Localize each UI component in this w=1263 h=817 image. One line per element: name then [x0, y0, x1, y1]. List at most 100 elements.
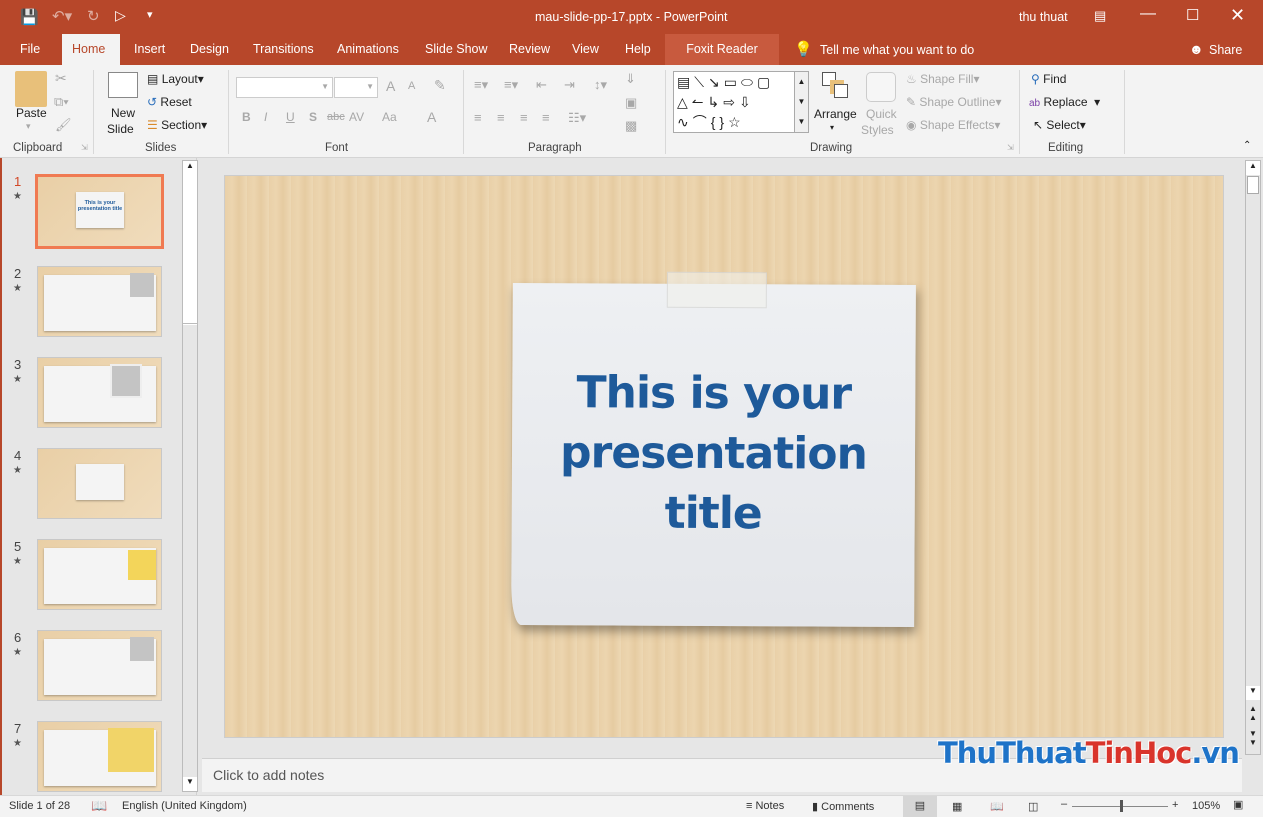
notes-toggle[interactable]: ≡ Notes	[746, 800, 784, 812]
cut-icon[interactable]: ✂	[55, 70, 67, 87]
undo-icon[interactable]: ↶▾	[52, 7, 72, 25]
smartart-icon[interactable]: ▩	[625, 118, 637, 134]
shapes-gallery[interactable]: ▤⟍↘▭⬭▢ △↼↳⇨⇩ ∿⌒{}☆	[673, 71, 809, 133]
paste-button[interactable]: Paste	[16, 106, 47, 120]
justify-icon[interactable]: ≡	[542, 110, 550, 125]
customize-qat-icon[interactable]: ▾	[147, 8, 153, 21]
tab-design[interactable]: Design	[180, 34, 239, 65]
zoom-in-icon[interactable]: +	[1172, 799, 1178, 811]
italic-button[interactable]: I	[264, 110, 267, 124]
columns-icon[interactable]: ☷▾	[568, 110, 586, 126]
section-button[interactable]: ☰ Section▾	[147, 118, 207, 132]
start-from-beginning-icon[interactable]: ▷	[115, 7, 126, 24]
clear-formatting-icon[interactable]: ✎	[434, 77, 446, 94]
drawing-launcher-icon[interactable]: ⇲	[1007, 143, 1014, 152]
tab-view[interactable]: View	[562, 34, 609, 65]
zoom-slider-thumb[interactable]	[1119, 800, 1123, 812]
shape-outline-button[interactable]: ✎ Shape Outline▾	[906, 95, 1002, 109]
underline-button[interactable]: U	[286, 110, 295, 124]
bullets-icon[interactable]: ≡▾	[474, 77, 488, 93]
shape-effects-button[interactable]: ◉ Shape Effects▾	[906, 118, 1000, 132]
new-slide-icon[interactable]	[108, 72, 138, 98]
minimize-icon[interactable]: —	[1140, 5, 1156, 23]
paste-icon[interactable]	[15, 71, 47, 107]
clipboard-launcher-icon[interactable]: ⇲	[81, 143, 88, 152]
arrow-shape-icon[interactable]: ↘	[708, 74, 724, 90]
layout-button[interactable]: ▤ Layout▾	[147, 72, 204, 86]
tab-slide-show[interactable]: Slide Show	[415, 34, 498, 65]
thumbnail-scrollbar[interactable]: ▲ ▼	[182, 160, 198, 792]
align-left-icon[interactable]: ≡	[474, 110, 482, 125]
character-spacing-button[interactable]: AV	[349, 110, 364, 124]
tab-home[interactable]: Home	[62, 34, 120, 65]
scroll-thumb[interactable]	[1247, 176, 1259, 194]
reset-button[interactable]: ↺ Reset	[147, 95, 192, 109]
star-shape-icon[interactable]: ☆	[728, 114, 745, 130]
tab-animations[interactable]: Animations	[327, 34, 409, 65]
scroll-down-icon[interactable]: ▼	[1246, 686, 1260, 700]
scroll-thumb[interactable]	[183, 176, 197, 324]
fit-to-window-icon[interactable]: ▣	[1233, 798, 1243, 811]
rounded-rect-shape-icon[interactable]: ▢	[757, 74, 774, 90]
find-button[interactable]: ⚲ Find	[1031, 72, 1066, 86]
tab-review[interactable]: Review	[499, 34, 560, 65]
font-name-combobox[interactable]: ▼	[236, 77, 333, 98]
tab-foxit-reader-pdf[interactable]: Foxit Reader PDF	[665, 34, 779, 87]
bold-button[interactable]: B	[242, 110, 251, 124]
save-icon[interactable]: 💾	[20, 8, 39, 26]
comments-toggle[interactable]: ▮ Comments	[812, 800, 874, 813]
freeform-shape-icon[interactable]: ∿	[677, 114, 693, 130]
decrease-indent-icon[interactable]: ⇤	[536, 77, 547, 93]
select-button[interactable]: ↖ Select▾	[1033, 118, 1086, 132]
scroll-up-icon[interactable]: ▲	[183, 161, 197, 175]
scroll-down-icon[interactable]: ▼	[183, 777, 197, 791]
tab-insert[interactable]: Insert	[124, 34, 175, 65]
grow-font-button[interactable]: A	[386, 78, 395, 94]
language-indicator[interactable]: English (United Kingdom)	[122, 800, 247, 812]
normal-view-icon[interactable]: ▤	[903, 796, 937, 817]
tab-help[interactable]: Help	[615, 34, 661, 65]
ribbon-display-options-icon[interactable]: ▤	[1094, 8, 1106, 24]
align-text-icon[interactable]: ▣	[625, 95, 637, 111]
slide-canvas[interactable]: This is your presentation title	[224, 175, 1224, 738]
align-center-icon[interactable]: ≡	[497, 110, 505, 125]
triangle-shape-icon[interactable]: △	[677, 94, 692, 110]
slide-sorter-icon[interactable]: ▦	[952, 800, 962, 813]
paste-dropdown-icon[interactable]: ▾	[26, 121, 31, 132]
oval-shape-icon[interactable]: ⬭	[741, 74, 757, 90]
spell-check-icon[interactable]: 📖	[91, 798, 107, 814]
shapes-gallery-scroll[interactable]: ▲ ▼ ▼	[794, 71, 809, 133]
new-slide-label-2[interactable]: Slide	[107, 122, 134, 136]
align-right-icon[interactable]: ≡	[520, 110, 528, 125]
close-icon[interactable]: ✕	[1230, 5, 1245, 26]
quick-styles-label-2[interactable]: Styles	[861, 123, 894, 137]
maximize-icon[interactable]: ☐	[1186, 6, 1199, 24]
tell-me-search[interactable]: Tell me what you want to do	[820, 43, 974, 57]
arrange-icon[interactable]	[822, 72, 852, 100]
notes-placeholder[interactable]: Click to add notes	[213, 767, 324, 783]
slide-title[interactable]: This is your presentation title	[512, 363, 916, 545]
slide-scrollbar[interactable]: ▲ ▼ ▲ ▲ ▼ ▼	[1245, 160, 1261, 755]
elbow-arrow-shape-icon[interactable]: ↳	[708, 94, 724, 110]
slide-thumbnail-1[interactable]: This is your presentation title	[35, 174, 164, 249]
numbering-icon[interactable]: ≡▾	[504, 77, 518, 93]
zoom-out-icon[interactable]: –	[1061, 798, 1067, 810]
reading-view-icon[interactable]: 📖	[990, 800, 1004, 813]
textbox-shape-icon[interactable]: ▤	[677, 74, 694, 90]
previous-slide-icon[interactable]: ▲ ▲	[1246, 704, 1260, 722]
new-slide-label-1[interactable]: New	[111, 106, 135, 120]
slide-thumbnail-6[interactable]	[37, 630, 162, 701]
rectangle-shape-icon[interactable]: ▭	[724, 74, 741, 90]
change-case-button[interactable]: Aa	[382, 110, 397, 124]
shadow-button[interactable]: S	[309, 110, 317, 124]
arrange-button[interactable]: Arrange	[814, 107, 857, 121]
right-arrow-shape-icon[interactable]: ⇨	[723, 94, 739, 110]
copy-icon[interactable]: ⧉▾	[54, 94, 69, 110]
slide-thumbnail-3[interactable]	[37, 357, 162, 428]
down-arrow-shape-icon[interactable]: ⇩	[739, 94, 755, 110]
collapse-ribbon-icon[interactable]: ⌃	[1243, 140, 1251, 151]
next-slide-icon[interactable]: ▼ ▼	[1246, 729, 1260, 747]
replace-button[interactable]: ab Replace ▾	[1029, 95, 1100, 109]
arrange-dropdown-icon[interactable]: ▾	[830, 123, 834, 132]
slide-thumbnail-5[interactable]	[37, 539, 162, 610]
